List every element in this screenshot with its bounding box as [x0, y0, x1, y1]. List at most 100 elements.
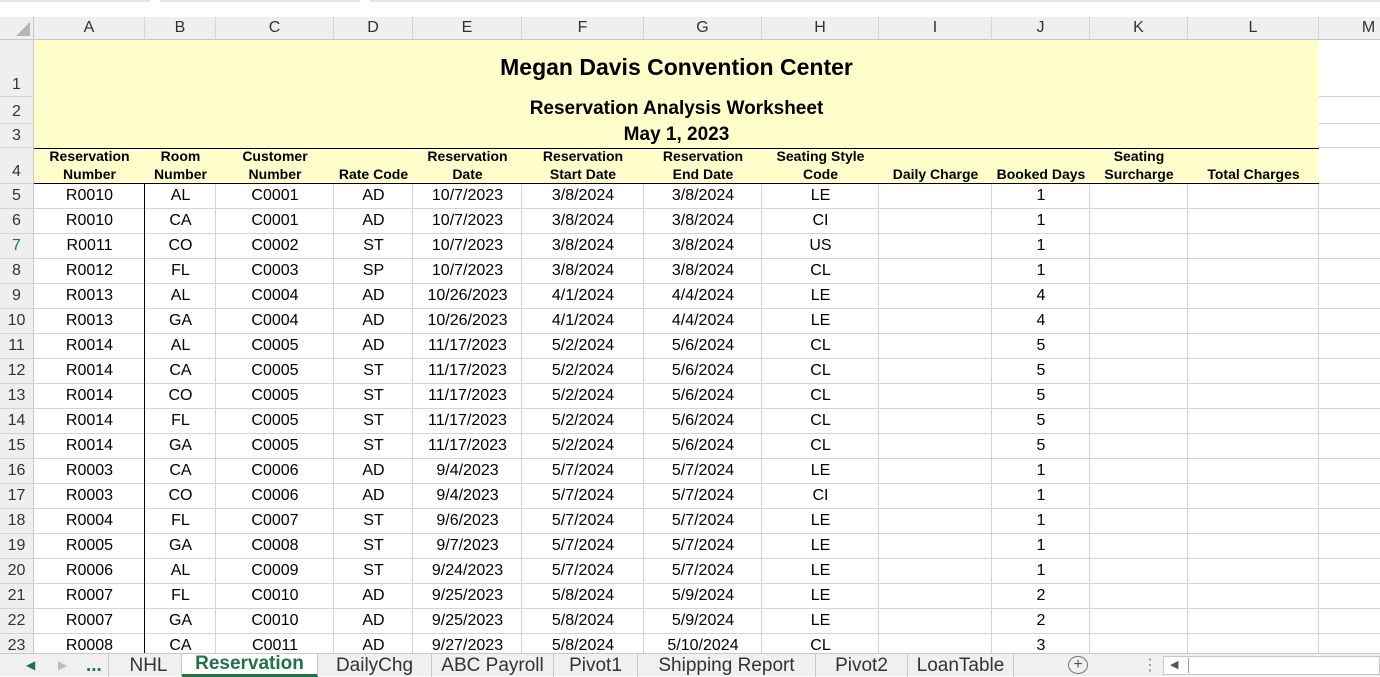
- cell-h6[interactable]: CI: [762, 209, 879, 233]
- cell-e23[interactable]: 9/27/2023: [413, 634, 522, 653]
- column-header-d[interactable]: D: [334, 17, 413, 40]
- sheet-tab-dailychg[interactable]: DailyChg: [318, 654, 432, 677]
- cell-g7[interactable]: 3/8/2024: [644, 234, 762, 258]
- cell-l13[interactable]: [1188, 384, 1319, 408]
- cell-g15[interactable]: 5/6/2024: [644, 434, 762, 458]
- cell-i6[interactable]: [879, 209, 992, 233]
- cell-d13[interactable]: ST: [334, 384, 413, 408]
- scroll-tabs-right-icon[interactable]: ▶: [58, 654, 67, 676]
- cell-a10[interactable]: R0013: [34, 309, 145, 333]
- cell-e6[interactable]: 10/7/2023: [413, 209, 522, 233]
- cell-e5[interactable]: 10/7/2023: [413, 184, 522, 208]
- cell-i17[interactable]: [879, 484, 992, 508]
- cell-c7[interactable]: C0002: [216, 234, 334, 258]
- cell-h18[interactable]: LE: [762, 509, 879, 533]
- cell-g8[interactable]: 3/8/2024: [644, 259, 762, 283]
- cell-i23[interactable]: [879, 634, 992, 653]
- cell-b20[interactable]: AL: [145, 559, 216, 583]
- cell-a15[interactable]: R0014: [34, 434, 145, 458]
- cell-g10[interactable]: 4/4/2024: [644, 309, 762, 333]
- cell-b23[interactable]: CA: [145, 634, 216, 653]
- cell-g11[interactable]: 5/6/2024: [644, 334, 762, 358]
- cell-l11[interactable]: [1188, 334, 1319, 358]
- cell-i7[interactable]: [879, 234, 992, 258]
- cell-b13[interactable]: CO: [145, 384, 216, 408]
- cell-a8[interactable]: R0012: [34, 259, 145, 283]
- cell-k8[interactable]: [1090, 259, 1188, 283]
- cell-l21[interactable]: [1188, 584, 1319, 608]
- column-header-m[interactable]: M: [1319, 17, 1380, 40]
- row-header-7[interactable]: 7: [0, 234, 34, 259]
- cell-a11[interactable]: R0014: [34, 334, 145, 358]
- cell-h16[interactable]: LE: [762, 459, 879, 483]
- column-header-g[interactable]: G: [644, 17, 762, 40]
- cell-k7[interactable]: [1090, 234, 1188, 258]
- sheet-tab-abc-payroll[interactable]: ABC Payroll: [432, 654, 554, 677]
- cell-l17[interactable]: [1188, 484, 1319, 508]
- cell-g6[interactable]: 3/8/2024: [644, 209, 762, 233]
- sheet-tab-loantable[interactable]: LoanTable: [908, 654, 1014, 677]
- cell-j14[interactable]: 5: [992, 409, 1090, 433]
- cell-a16[interactable]: R0003: [34, 459, 145, 483]
- row-header-5[interactable]: 5: [0, 184, 34, 209]
- cell-c14[interactable]: C0005: [216, 409, 334, 433]
- row-header-2[interactable]: 2: [0, 97, 34, 124]
- cell-a20[interactable]: R0006: [34, 559, 145, 583]
- spreadsheet-grid[interactable]: A B C D E F G H I J K L M 1 2 3 4 5 6 7 8 9 10 11 12 13 14 15 16 17 18…: [0, 0, 1380, 653]
- cell-e9[interactable]: 10/26/2023: [413, 284, 522, 308]
- cell-d16[interactable]: AD: [334, 459, 413, 483]
- cell-g17[interactable]: 5/7/2024: [644, 484, 762, 508]
- cell-a14[interactable]: R0014: [34, 409, 145, 433]
- column-header-l[interactable]: L: [1188, 17, 1319, 40]
- row-header-6[interactable]: 6: [0, 209, 34, 234]
- row-header-10[interactable]: 10: [0, 309, 34, 334]
- cell-d20[interactable]: ST: [334, 559, 413, 583]
- sheet-tab-reservation[interactable]: Reservation: [182, 653, 318, 677]
- cell-h19[interactable]: LE: [762, 534, 879, 558]
- cell-l14[interactable]: [1188, 409, 1319, 433]
- cell-d15[interactable]: ST: [334, 434, 413, 458]
- cell-c23[interactable]: C0011: [216, 634, 334, 653]
- cell-l22[interactable]: [1188, 609, 1319, 633]
- cell-l16[interactable]: [1188, 459, 1319, 483]
- cell-h21[interactable]: LE: [762, 584, 879, 608]
- cell-i5[interactable]: [879, 184, 992, 208]
- row-header-14[interactable]: 14: [0, 409, 34, 434]
- more-tabs-button[interactable]: ...: [80, 654, 109, 677]
- cell-a19[interactable]: R0005: [34, 534, 145, 558]
- cell-e17[interactable]: 9/4/2023: [413, 484, 522, 508]
- cell-k13[interactable]: [1090, 384, 1188, 408]
- cell-c6[interactable]: C0001: [216, 209, 334, 233]
- row-header-15[interactable]: 15: [0, 434, 34, 459]
- cell-d9[interactable]: AD: [334, 284, 413, 308]
- cell-i14[interactable]: [879, 409, 992, 433]
- cell-k9[interactable]: [1090, 284, 1188, 308]
- cell-c5[interactable]: C0001: [216, 184, 334, 208]
- cell-e8[interactable]: 10/7/2023: [413, 259, 522, 283]
- cell-b16[interactable]: CA: [145, 459, 216, 483]
- column-header-e[interactable]: E: [413, 17, 522, 40]
- cell-c17[interactable]: C0006: [216, 484, 334, 508]
- column-header-c[interactable]: C: [216, 17, 334, 40]
- cell-h12[interactable]: CL: [762, 359, 879, 383]
- column-header-b[interactable]: B: [145, 17, 216, 40]
- cell-f19[interactable]: 5/7/2024: [522, 534, 644, 558]
- cell-a9[interactable]: R0013: [34, 284, 145, 308]
- row-header-16[interactable]: 16: [0, 459, 34, 484]
- cell-c21[interactable]: C0010: [216, 584, 334, 608]
- cell-k6[interactable]: [1090, 209, 1188, 233]
- row-header-22[interactable]: 22: [0, 609, 34, 634]
- cell-h20[interactable]: LE: [762, 559, 879, 583]
- cell-b10[interactable]: GA: [145, 309, 216, 333]
- cell-j22[interactable]: 2: [992, 609, 1090, 633]
- cell-b18[interactable]: FL: [145, 509, 216, 533]
- cell-d10[interactable]: AD: [334, 309, 413, 333]
- cell-b17[interactable]: CO: [145, 484, 216, 508]
- cell-h8[interactable]: CL: [762, 259, 879, 283]
- row-header-21[interactable]: 21: [0, 584, 34, 609]
- cell-k5[interactable]: [1090, 184, 1188, 208]
- row-header-9[interactable]: 9: [0, 284, 34, 309]
- cell-l6[interactable]: [1188, 209, 1319, 233]
- cell-a23[interactable]: R0008: [34, 634, 145, 653]
- cell-k14[interactable]: [1090, 409, 1188, 433]
